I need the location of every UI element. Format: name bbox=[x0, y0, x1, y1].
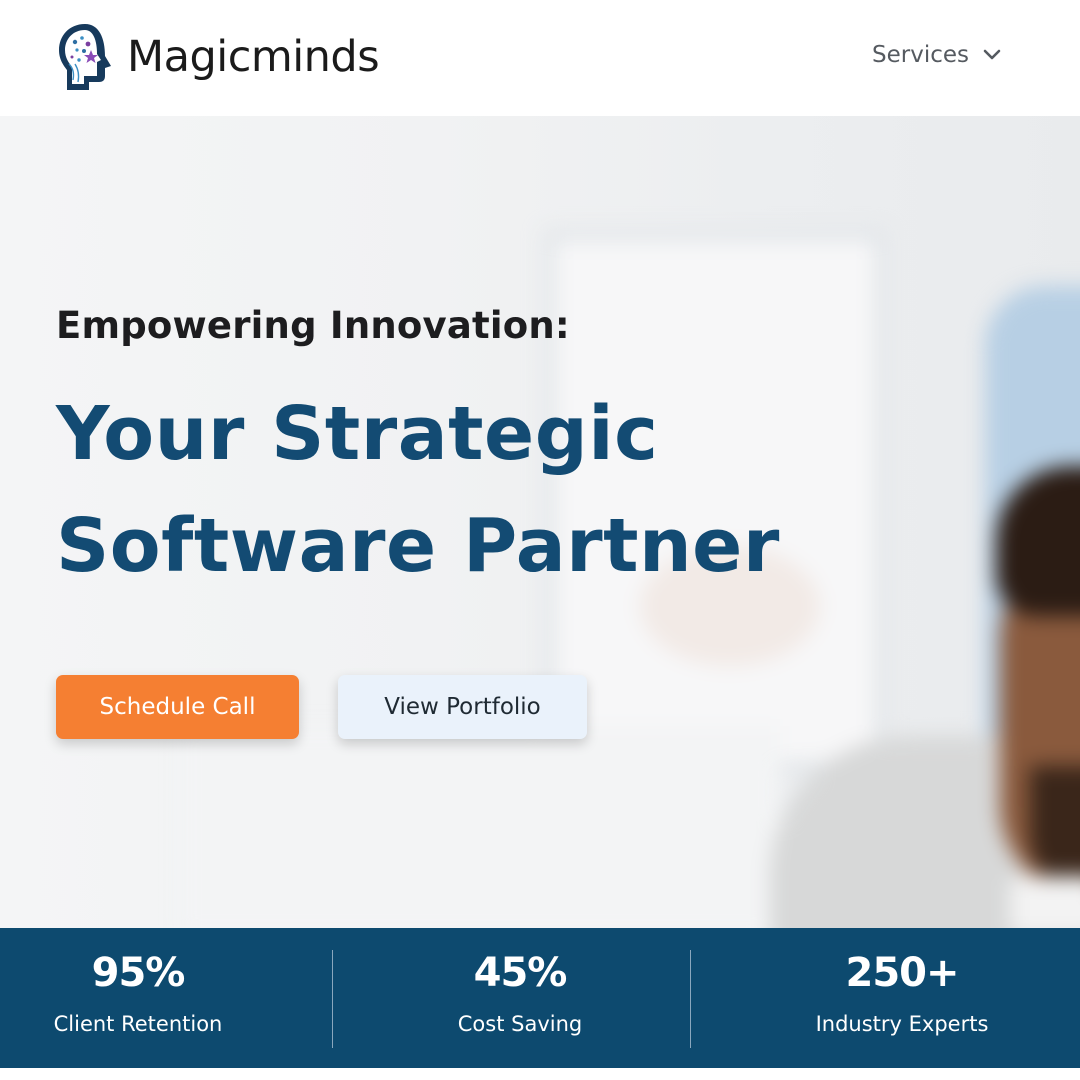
chevron-down-icon bbox=[983, 49, 1001, 60]
headline-line-2: Software Partner bbox=[56, 503, 780, 589]
stat-value: 45% bbox=[473, 950, 568, 996]
stat-client-retention: 95% Client Retention bbox=[18, 928, 258, 1068]
hero-eyebrow: Empowering Innovation: bbox=[56, 304, 570, 347]
schedule-call-button[interactable]: Schedule Call bbox=[56, 675, 299, 739]
site-header: Magicminds Services bbox=[0, 0, 1080, 116]
stat-label: Cost Saving bbox=[457, 1012, 583, 1036]
stat-label: Client Retention bbox=[53, 1012, 223, 1036]
nav-services-dropdown[interactable]: Services bbox=[872, 42, 1001, 68]
stat-value: 250+ bbox=[845, 950, 959, 996]
stat-value: 95% bbox=[91, 950, 186, 996]
headline-line-1: Your Strategic bbox=[56, 391, 659, 477]
hero-section: Empowering Innovation: Your Strategic So… bbox=[0, 116, 1080, 928]
nav-services-label: Services bbox=[872, 42, 969, 68]
logo-text: Magicminds bbox=[127, 31, 380, 82]
view-portfolio-button[interactable]: View Portfolio bbox=[338, 675, 587, 739]
stat-cost-saving: 45% Cost Saving bbox=[400, 928, 640, 1068]
brain-head-logo-icon bbox=[59, 24, 111, 90]
stats-bar: 95% Client Retention 45% Cost Saving 250… bbox=[0, 928, 1080, 1068]
page-bottom-edge bbox=[0, 1068, 1080, 1080]
hero-headline: Your Strategic Software Partner bbox=[56, 378, 916, 602]
stat-divider bbox=[332, 950, 333, 1048]
stat-label: Industry Experts bbox=[815, 1012, 989, 1036]
stat-divider bbox=[690, 950, 691, 1048]
logo[interactable]: Magicminds bbox=[55, 20, 380, 94]
stat-industry-experts: 250+ Industry Experts bbox=[772, 928, 1032, 1068]
